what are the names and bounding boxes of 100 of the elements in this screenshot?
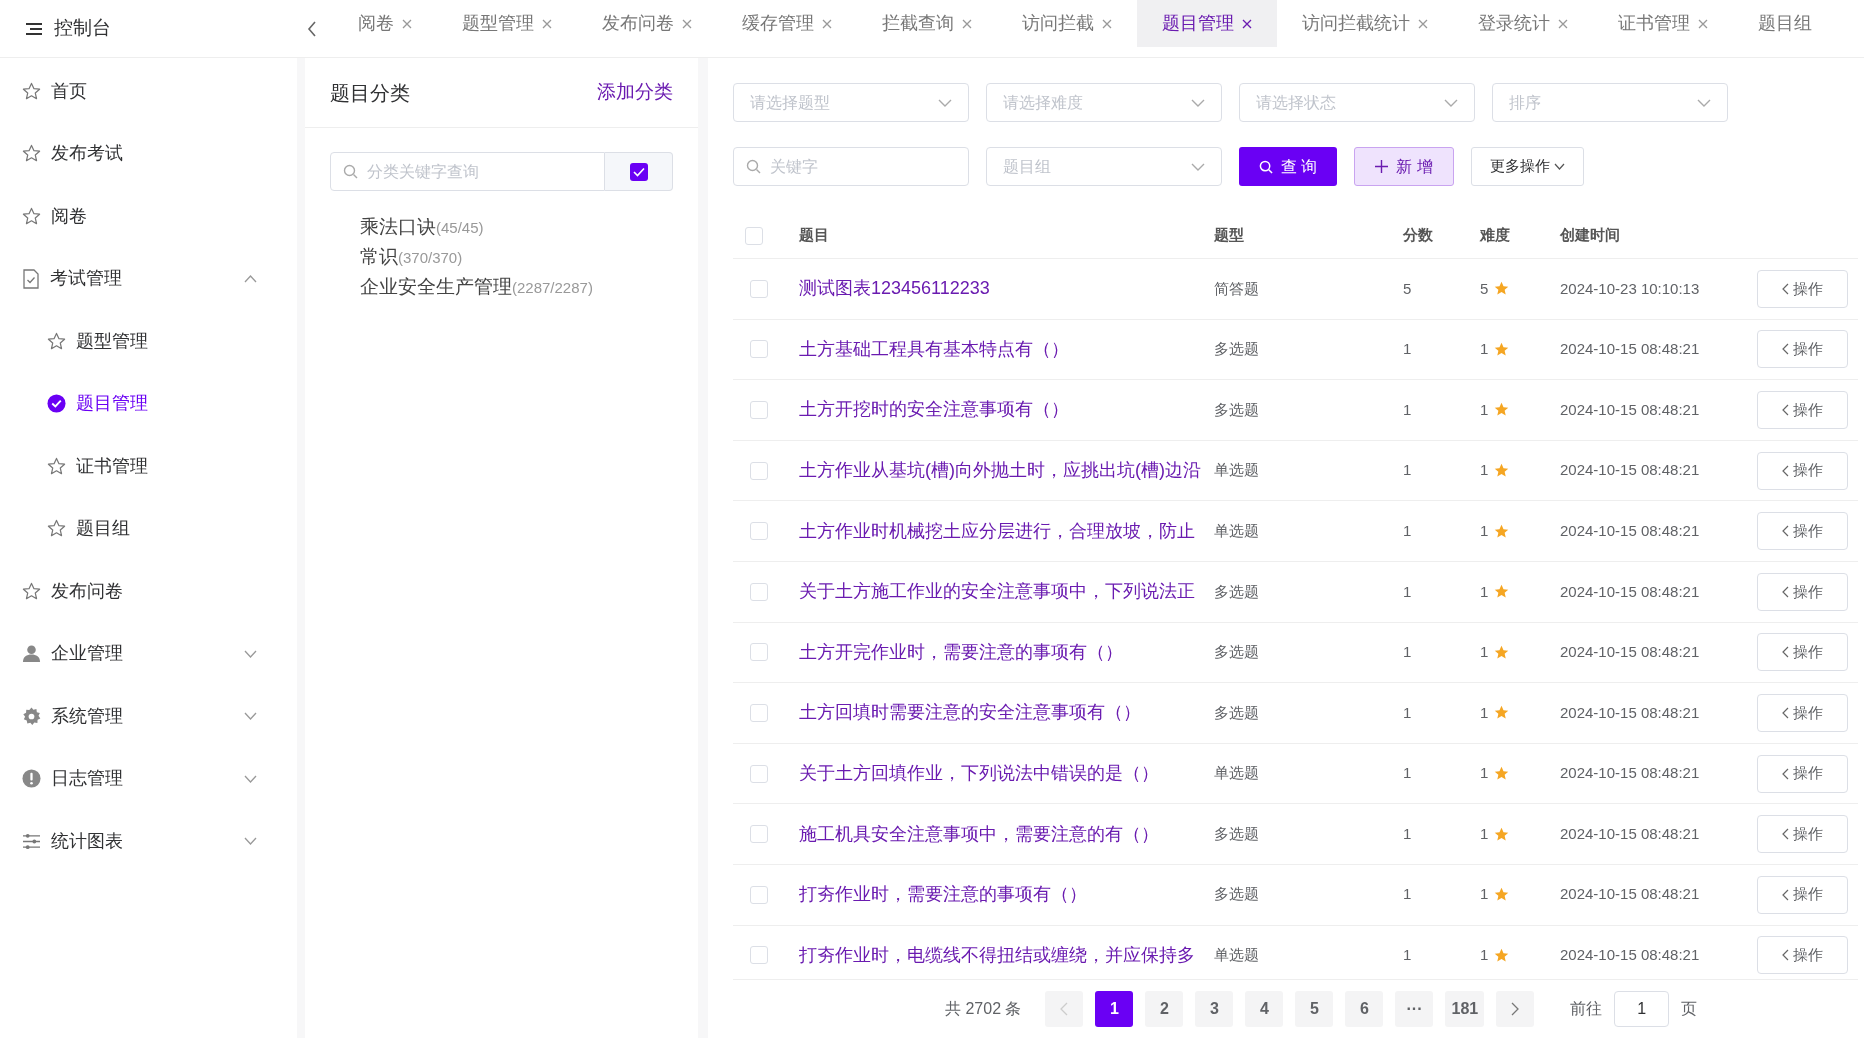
menu-item[interactable]: 发布考试 <box>0 122 297 185</box>
page-button[interactable]: 2 <box>1145 991 1184 1027</box>
action-button[interactable]: 操作 <box>1757 572 1848 611</box>
close-icon[interactable] <box>1242 18 1252 29</box>
category-search-field[interactable]: 分类关键字查询 <box>330 152 605 191</box>
checkbox[interactable] <box>750 279 768 298</box>
check-icon <box>632 166 645 177</box>
table-cell-text: 2024-10-23 10:10:13 <box>1560 278 1700 299</box>
tab[interactable]: 题型管理 <box>437 0 577 47</box>
tab[interactable]: 访问拦截统计 <box>1277 0 1453 47</box>
table-cell-text: 多选题 <box>1214 581 1259 602</box>
checkbox[interactable] <box>750 885 768 904</box>
checkbox[interactable] <box>750 825 768 844</box>
action-button[interactable]: 操作 <box>1757 633 1848 672</box>
table-cell-text: 1 <box>1480 702 1489 723</box>
checkbox[interactable] <box>750 946 768 965</box>
search-button[interactable]: 查 询 <box>1239 147 1338 186</box>
menu-group[interactable]: 企业管理 <box>0 622 297 685</box>
category-name[interactable]: 企业安全生产管理 <box>360 273 512 302</box>
tab[interactable]: 登录统计 <box>1453 0 1593 47</box>
menu-group[interactable]: 统计图表 <box>0 810 297 873</box>
menu-item[interactable]: 题目组 <box>0 497 297 560</box>
tab[interactable]: 题目管理 <box>1137 0 1277 47</box>
chevron-left-icon[interactable] <box>307 19 317 38</box>
star-icon <box>1494 341 1510 357</box>
page-button[interactable]: ··· <box>1395 991 1434 1027</box>
question-link[interactable]: 土方作业从基坑(槽)向外抛土时，应挑出坑(槽)边沿 <box>799 460 1201 481</box>
page-button[interactable]: 4 <box>1245 991 1284 1027</box>
action-button[interactable]: 操作 <box>1757 815 1848 854</box>
action-button[interactable]: 操作 <box>1757 391 1848 429</box>
question-link[interactable]: 测试图表123456112233 <box>799 278 990 299</box>
menu-item[interactable]: 阅卷 <box>0 185 297 248</box>
table-cell-text: 1 <box>1480 520 1489 541</box>
chevron-down-icon <box>244 774 257 783</box>
checkbox[interactable] <box>629 162 648 181</box>
menu-item[interactable]: 题型管理 <box>0 310 297 373</box>
alert-icon <box>22 769 41 789</box>
checkbox[interactable] <box>750 643 768 662</box>
action-button[interactable]: 操作 <box>1757 269 1848 308</box>
checkbox[interactable] <box>750 461 768 480</box>
category-name[interactable]: 常识 <box>360 243 398 272</box>
more-actions-button[interactable]: 更多操作 <box>1470 147 1584 186</box>
question-link[interactable]: 打夯作业时，需要注意的事项有（） <box>799 884 1087 905</box>
table-cell-text: 单选题 <box>1214 460 1259 481</box>
question-link[interactable]: 土方开完作业时，需要注意的事项有（） <box>799 641 1123 662</box>
checkbox[interactable] <box>750 401 768 419</box>
panel-title: 题目分类 <box>330 80 410 106</box>
page-button[interactable]: 1 <box>1095 991 1134 1027</box>
question-link[interactable]: 土方作业时机械挖土应分层进行，合理放坡，防止 <box>799 520 1195 541</box>
question-link[interactable]: 土方回填时需要注意的安全注意事项有（） <box>799 702 1141 723</box>
action-button[interactable]: 操作 <box>1757 875 1848 914</box>
checkbox[interactable] <box>750 703 768 722</box>
chevron-left-icon <box>1782 404 1789 416</box>
action-button[interactable]: 操作 <box>1757 693 1848 732</box>
action-button[interactable]: 操作 <box>1757 512 1848 551</box>
question-link[interactable]: 关于土方回填作业，下列说法中错误的是（） <box>799 763 1159 784</box>
question-link[interactable]: 施工机具安全注意事项中，需要注意的有（） <box>799 823 1159 844</box>
menu-group[interactable]: 系统管理 <box>0 685 297 748</box>
page-button[interactable]: 6 <box>1345 991 1384 1027</box>
page-button[interactable]: 3 <box>1195 991 1234 1027</box>
action-button[interactable]: 操作 <box>1757 330 1848 369</box>
next-page-button[interactable] <box>1496 991 1535 1027</box>
table-cell-text: 多选题 <box>1214 823 1259 844</box>
action-button[interactable]: 操作 <box>1757 754 1848 793</box>
menu-group[interactable]: 考试管理 <box>0 247 297 310</box>
menu-icon[interactable] <box>26 21 42 36</box>
checkbox[interactable] <box>745 226 763 245</box>
tab[interactable]: 证书管理 <box>1593 0 1733 47</box>
tab[interactable]: 缓存管理 <box>717 0 857 47</box>
action-button[interactable]: 操作 <box>1757 936 1848 975</box>
tab[interactable]: 发布问卷 <box>577 0 717 47</box>
tab[interactable]: 阅卷 <box>333 0 437 47</box>
question-link[interactable]: 土方开挖时的安全注意事项有（） <box>799 399 1069 420</box>
table-cell-text: 5 <box>1403 278 1412 299</box>
checkbox[interactable] <box>750 340 768 359</box>
column-header: 题型 <box>1214 225 1245 246</box>
category-name[interactable]: 乘法口诀 <box>360 213 436 242</box>
page-button[interactable]: 181 <box>1445 991 1485 1027</box>
question-link[interactable]: 土方基础工程具有基本特点有（） <box>799 338 1069 359</box>
menu-item[interactable]: 证书管理 <box>0 435 297 498</box>
checkbox[interactable] <box>750 582 768 601</box>
column-header: 创建时间 <box>1560 225 1621 246</box>
menu-item[interactable]: 首页 <box>0 60 297 123</box>
checkbox[interactable] <box>750 764 768 783</box>
add-category-link[interactable]: 添加分类 <box>597 78 673 107</box>
tab[interactable]: 访问拦截 <box>997 0 1137 47</box>
question-link[interactable]: 打夯作业时，电缆线不得扭结或缠绕，并应保持多 <box>799 944 1195 965</box>
menu-item[interactable]: 题目管理 <box>0 372 297 435</box>
question-link[interactable]: 关于土方施工作业的安全注意事项中，下列说法正 <box>799 581 1195 602</box>
checkbox[interactable] <box>750 522 768 541</box>
action-button[interactable]: 操作 <box>1757 451 1848 490</box>
menu-item[interactable]: 发布问卷 <box>0 560 297 623</box>
keyword-field[interactable]: 关键字 <box>733 147 969 186</box>
add-button[interactable]: 新 增 <box>1354 147 1454 186</box>
page-button[interactable]: 5 <box>1295 991 1334 1027</box>
tab[interactable]: 题目组 <box>1733 0 1837 47</box>
page-input[interactable]: 1 <box>1614 991 1670 1027</box>
menu-group[interactable]: 日志管理 <box>0 747 297 810</box>
tab[interactable]: 拦截查询 <box>857 0 997 47</box>
table-cell-text: 1 <box>1403 399 1412 420</box>
